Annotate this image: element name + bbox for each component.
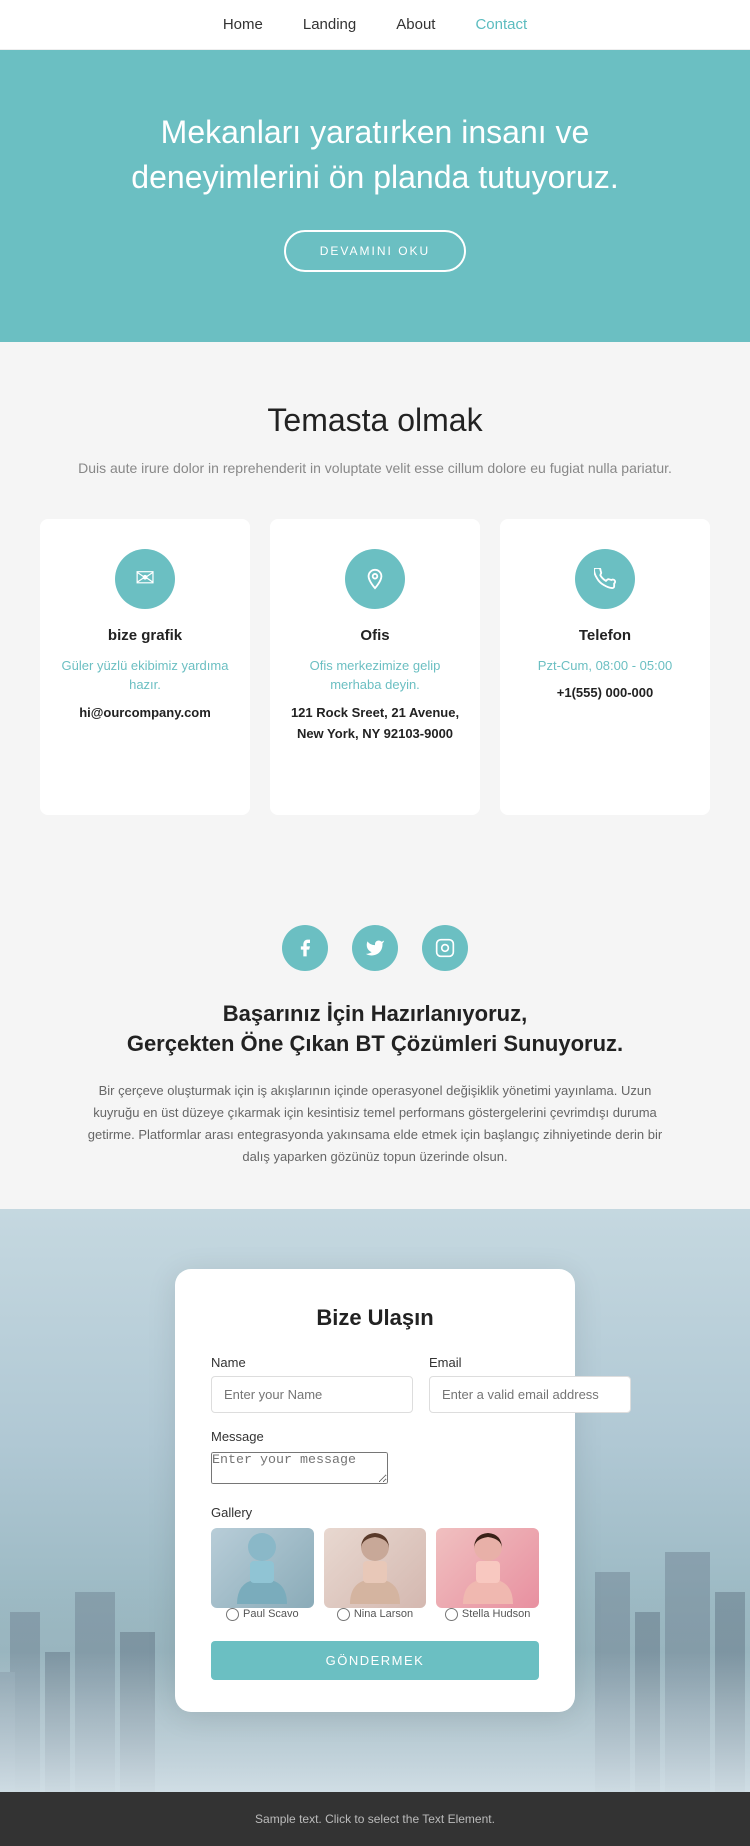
email-icon: ✉ [115,549,175,609]
card-office-detail: 121 Rock Sreet, 21 Avenue,New York, NY 9… [290,703,460,745]
city-right-buildings [590,1512,750,1792]
hero-button[interactable]: DEVAMINI OKU [284,230,466,272]
gallery-group: Gallery Paul Scavo [211,1505,539,1621]
nav-home[interactable]: Home [223,16,263,33]
nav-contact[interactable]: Contact [475,16,527,33]
instagram-icon[interactable] [422,925,468,971]
gallery-item-3: Stella Hudson [436,1528,539,1621]
gallery-name-1: Paul Scavo [243,1608,299,1620]
name-input[interactable] [211,1376,413,1413]
gallery-image-2 [324,1528,427,1608]
person-1-silhouette [232,1529,292,1607]
gallery-label: Gallery [211,1505,539,1520]
city-form-section: Bize Ulaşın Name Email Message Gallery [0,1209,750,1792]
card-phone: Telefon Pzt-Cum, 08:00 - 05:00 +1(555) 0… [500,519,710,815]
social-heading: Başarınız İçin Hazırlanıyoruz,Gerçekten … [80,999,670,1061]
contact-section: Temasta olmak Duis aute irure dolor in r… [0,342,750,875]
contact-heading: Temasta olmak [40,402,710,439]
city-left-buildings [0,1532,160,1792]
card-phone-title: Telefon [520,627,690,644]
facebook-icon[interactable] [282,925,328,971]
person-3-silhouette [458,1529,518,1607]
name-label: Name [211,1355,413,1370]
gallery-image-3 [436,1528,539,1608]
social-description: Bir çerçeve oluşturmak için iş akışların… [80,1080,670,1168]
navigation: Home Landing About Contact [0,0,750,50]
gallery-radio-1[interactable] [226,1608,239,1621]
gallery-radio-2[interactable] [337,1608,350,1621]
email-group: Email [429,1355,631,1413]
phone-icon [575,549,635,609]
submit-button[interactable]: GÖNDERMEK [211,1641,539,1680]
social-icons-row [80,925,670,971]
form-heading: Bize Ulaşın [211,1305,539,1331]
social-section: Başarınız İçin Hazırlanıyoruz,Gerçekten … [0,875,750,1209]
gallery-name-3: Stella Hudson [462,1608,531,1620]
message-label: Message [211,1429,539,1444]
gallery-radio-row-3: Stella Hudson [445,1608,531,1621]
hero-section: Mekanları yaratırken insanı ve deneyimle… [0,50,750,342]
card-phone-teal: Pzt-Cum, 08:00 - 05:00 [520,656,690,676]
contact-form-card: Bize Ulaşın Name Email Message Gallery [175,1269,575,1712]
card-email: ✉ bize grafik Güler yüzlü ekibimiz yardı… [40,519,250,815]
name-group: Name [211,1355,413,1413]
contact-description: Duis aute irure dolor in reprehenderit i… [40,457,710,479]
person-2-silhouette [345,1529,405,1607]
nav-about[interactable]: About [396,16,435,33]
card-office-title: Ofis [290,627,460,644]
twitter-icon[interactable] [352,925,398,971]
nav-landing[interactable]: Landing [303,16,356,33]
gallery-image-1 [211,1528,314,1608]
card-office: Ofis Ofis merkezimize gelip merhaba deyi… [270,519,480,815]
gallery-radio-3[interactable] [445,1608,458,1621]
card-email-detail: hi@ourcompany.com [60,703,230,724]
form-name-email-row: Name Email [211,1355,539,1413]
location-icon [345,549,405,609]
message-group: Message [211,1429,539,1489]
gallery-item-1: Paul Scavo [211,1528,314,1621]
gallery-row: Paul Scavo [211,1528,539,1621]
gallery-radio-row-1: Paul Scavo [226,1608,299,1621]
hero-title: Mekanları yaratırken insanı ve deneyimle… [80,110,670,200]
card-email-teal: Güler yüzlü ekibimiz yardıma hazır. [60,656,230,695]
footer: Sample text. Click to select the Text El… [0,1792,750,1846]
card-office-teal: Ofis merkezimize gelip merhaba deyin. [290,656,460,695]
gallery-name-2: Nina Larson [354,1608,413,1620]
message-input[interactable] [211,1452,388,1484]
email-label: Email [429,1355,631,1370]
gallery-radio-row-2: Nina Larson [337,1608,413,1621]
email-input[interactable] [429,1376,631,1413]
card-email-title: bize grafik [60,627,230,644]
gallery-item-2: Nina Larson [324,1528,427,1621]
footer-text: Sample text. Click to select the Text El… [255,1812,495,1826]
contact-cards: ✉ bize grafik Güler yüzlü ekibimiz yardı… [40,519,710,815]
card-phone-detail: +1(555) 000-000 [520,683,690,704]
